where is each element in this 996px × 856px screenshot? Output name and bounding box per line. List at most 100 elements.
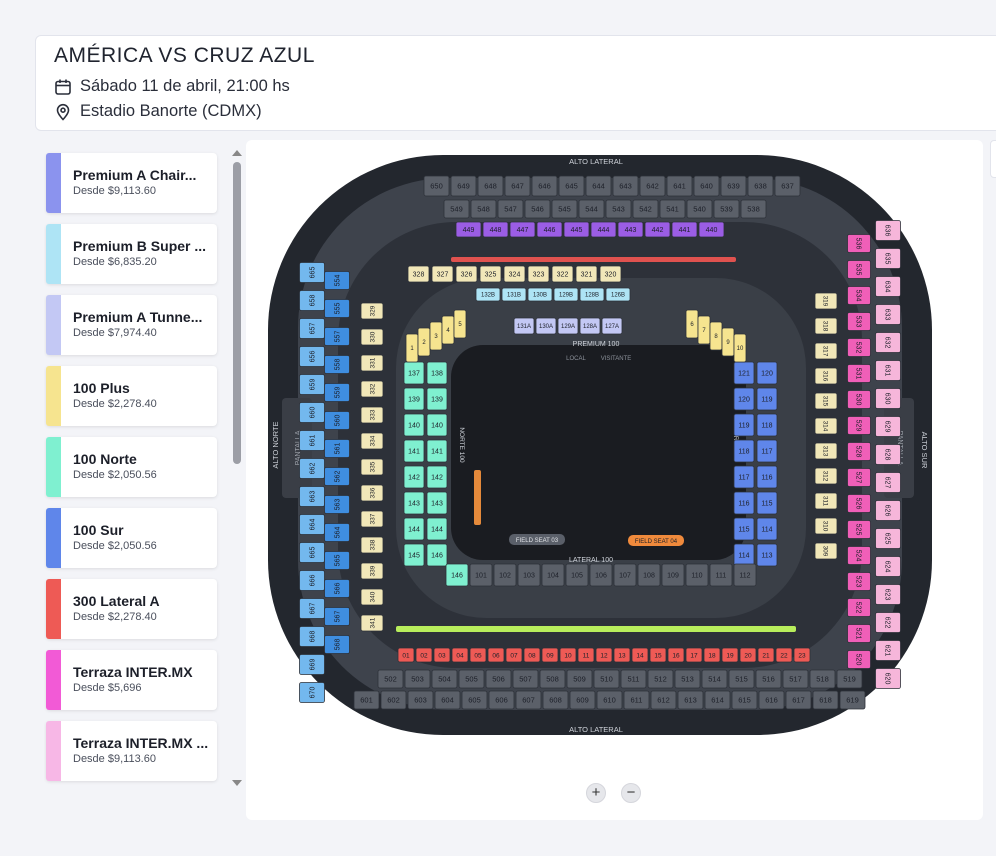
seat-section-129A[interactable]: 129A xyxy=(557,317,579,335)
seat-section-339[interactable]: 339 xyxy=(360,562,384,580)
seat-section-332[interactable]: 332 xyxy=(360,380,384,398)
seat-section-448[interactable]: 448 xyxy=(482,221,509,238)
seat-section-324[interactable]: 324 xyxy=(503,265,526,283)
seat-section-310[interactable]: 310 xyxy=(814,517,838,535)
stadium-map[interactable]: ALTO LATERAL ALTO LATERAL ALTO NORTE ALTO S… xyxy=(246,140,983,780)
seat-section-631[interactable]: 631 xyxy=(875,360,901,381)
seat-section-621[interactable]: 621 xyxy=(875,640,901,661)
seat-section-plus-10[interactable]: 10 xyxy=(733,333,747,363)
seat-section-515[interactable]: 515 xyxy=(728,669,755,689)
seat-section-522[interactable]: 522 xyxy=(847,598,871,617)
seat-section-564[interactable]: 564 xyxy=(324,523,350,542)
seat-section-116[interactable]: 116 xyxy=(756,465,778,489)
seat-section-plus-8[interactable]: 8 xyxy=(709,321,723,351)
seat-section-312[interactable]: 312 xyxy=(814,467,838,485)
seat-section-559[interactable]: 559 xyxy=(324,383,350,402)
seat-section-334[interactable]: 334 xyxy=(360,432,384,450)
seat-section-529[interactable]: 529 xyxy=(847,416,871,435)
seat-section-606[interactable]: 606 xyxy=(488,690,515,710)
seat-section-311[interactable]: 311 xyxy=(814,492,838,510)
seat-section-plus-6[interactable]: 6 xyxy=(685,309,699,339)
seat-section-523[interactable]: 523 xyxy=(847,572,871,591)
seat-section-629[interactable]: 629 xyxy=(875,416,901,437)
seat-section-108[interactable]: 108 xyxy=(637,563,661,587)
zoom-in-button[interactable]: + xyxy=(586,783,606,803)
seat-section-07[interactable]: 07 xyxy=(505,647,523,663)
seat-section-317[interactable]: 317 xyxy=(814,342,838,360)
seat-section-643[interactable]: 643 xyxy=(612,175,639,197)
seat-section-604[interactable]: 604 xyxy=(434,690,461,710)
seat-section-126B[interactable]: 126B xyxy=(605,287,631,302)
seat-section-02[interactable]: 02 xyxy=(415,647,433,663)
seat-section-540[interactable]: 540 xyxy=(686,199,713,219)
seat-section-321[interactable]: 321 xyxy=(575,265,598,283)
seat-section-545[interactable]: 545 xyxy=(551,199,578,219)
seat-section-503[interactable]: 503 xyxy=(404,669,431,689)
seat-section-531[interactable]: 531 xyxy=(847,364,871,383)
seat-section-145[interactable]: 145 xyxy=(403,543,425,567)
seat-section-612[interactable]: 612 xyxy=(650,690,677,710)
seat-section-661[interactable]: 661 xyxy=(299,430,325,451)
seat-section-131A[interactable]: 131A xyxy=(513,317,535,335)
seat-section-555[interactable]: 555 xyxy=(324,299,350,318)
seat-section-03[interactable]: 03 xyxy=(433,647,451,663)
seat-section-109[interactable]: 109 xyxy=(661,563,685,587)
seat-section-115[interactable]: 115 xyxy=(756,491,778,515)
seat-section-139[interactable]: 139 xyxy=(426,387,448,411)
seat-section-103[interactable]: 103 xyxy=(517,563,541,587)
seat-section-142[interactable]: 142 xyxy=(426,465,448,489)
seat-section-625[interactable]: 625 xyxy=(875,528,901,549)
seat-section-338[interactable]: 338 xyxy=(360,536,384,554)
seat-section-557[interactable]: 557 xyxy=(324,327,350,346)
seat-section-667[interactable]: 667 xyxy=(299,598,325,619)
seat-section-658[interactable]: 658 xyxy=(299,290,325,311)
seat-section-444[interactable]: 444 xyxy=(590,221,617,238)
seat-section-508[interactable]: 508 xyxy=(539,669,566,689)
seat-section-633[interactable]: 633 xyxy=(875,304,901,325)
seat-section-23[interactable]: 23 xyxy=(793,647,811,663)
seat-section-526[interactable]: 526 xyxy=(847,494,871,513)
seat-section-plus-7[interactable]: 7 xyxy=(697,315,711,345)
seat-section-143[interactable]: 143 xyxy=(403,491,425,515)
seat-section-113[interactable]: 113 xyxy=(756,543,778,567)
seat-section-613[interactable]: 613 xyxy=(677,690,704,710)
seat-section-449[interactable]: 449 xyxy=(455,221,482,238)
seat-section-118[interactable]: 118 xyxy=(756,413,778,437)
seat-section-337[interactable]: 337 xyxy=(360,510,384,528)
seat-section-118[interactable]: 118 xyxy=(733,439,755,463)
seat-section-447[interactable]: 447 xyxy=(509,221,536,238)
seat-section-plus-1[interactable]: 1 xyxy=(405,333,419,363)
seat-section-528[interactable]: 528 xyxy=(847,442,871,461)
seat-section-325[interactable]: 325 xyxy=(479,265,502,283)
seat-section-446[interactable]: 446 xyxy=(536,221,563,238)
seat-section-16[interactable]: 16 xyxy=(667,647,685,663)
seat-section-316[interactable]: 316 xyxy=(814,367,838,385)
seat-section-144[interactable]: 144 xyxy=(426,517,448,541)
seat-section-335[interactable]: 335 xyxy=(360,458,384,476)
seat-section-137[interactable]: 137 xyxy=(403,361,425,385)
seat-section-630[interactable]: 630 xyxy=(875,388,901,409)
seat-section-650[interactable]: 650 xyxy=(423,175,450,197)
seat-section-120[interactable]: 120 xyxy=(733,387,755,411)
seat-section-502[interactable]: 502 xyxy=(377,669,404,689)
seat-section-647[interactable]: 647 xyxy=(504,175,531,197)
seat-section-117[interactable]: 117 xyxy=(756,439,778,463)
seat-section-127A[interactable]: 127A xyxy=(601,317,623,335)
seat-section-443[interactable]: 443 xyxy=(617,221,644,238)
seat-section-112[interactable]: 112 xyxy=(733,563,757,587)
seat-section-01[interactable]: 01 xyxy=(397,647,415,663)
seat-section-648[interactable]: 648 xyxy=(477,175,504,197)
seat-section-119[interactable]: 119 xyxy=(756,387,778,411)
seat-section-331[interactable]: 331 xyxy=(360,354,384,372)
seat-section-323[interactable]: 323 xyxy=(527,265,550,283)
seat-section-602[interactable]: 602 xyxy=(380,690,407,710)
seat-section-516[interactable]: 516 xyxy=(755,669,782,689)
ticket-card[interactable]: 100 Plus Desde $2,278.40 xyxy=(46,366,217,426)
seat-section-563[interactable]: 563 xyxy=(324,495,350,514)
seat-section-669[interactable]: 669 xyxy=(299,654,325,675)
seat-section-620[interactable]: 620 xyxy=(875,668,901,689)
seat-section-326[interactable]: 326 xyxy=(455,265,478,283)
seat-section-520[interactable]: 520 xyxy=(847,650,871,669)
seat-section-616[interactable]: 616 xyxy=(758,690,785,710)
seat-section-101[interactable]: 101 xyxy=(469,563,493,587)
